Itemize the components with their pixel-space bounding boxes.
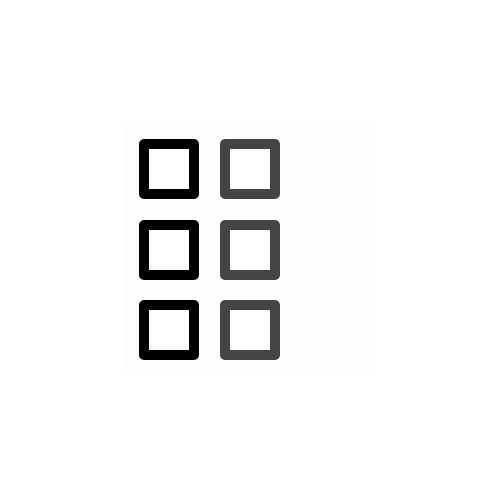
grid-square-icon xyxy=(220,139,280,199)
grid-square-icon xyxy=(139,300,199,360)
grid-square-icon xyxy=(139,220,199,280)
grid-square-icon xyxy=(139,139,199,199)
icon-canvas xyxy=(125,125,375,375)
grid-square-icon xyxy=(220,220,280,280)
grid-square-icon xyxy=(220,300,280,360)
